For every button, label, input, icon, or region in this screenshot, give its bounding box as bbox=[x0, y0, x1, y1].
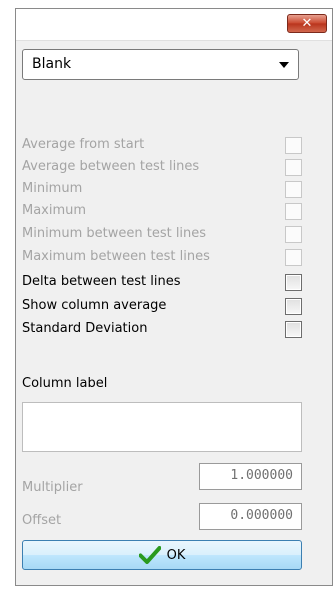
multiplier-input[interactable]: 1.000000 bbox=[199, 463, 302, 490]
option-minimum-between-test-lines[interactable]: Minimum between test lines bbox=[22, 225, 302, 247]
mode-dropdown[interactable]: Blank bbox=[22, 49, 299, 80]
option-label: Minimum bbox=[22, 181, 83, 196]
option-checkbox[interactable] bbox=[285, 181, 302, 198]
option-checkbox[interactable] bbox=[285, 321, 302, 338]
option-checkbox[interactable] bbox=[285, 274, 302, 291]
option-label: Standard Deviation bbox=[22, 321, 148, 336]
option-label: Average between test lines bbox=[22, 159, 200, 174]
title-bar: ✕ bbox=[16, 9, 332, 41]
column-label-heading: Column label bbox=[22, 376, 108, 391]
option-checkbox[interactable] bbox=[285, 203, 302, 220]
option-checkbox[interactable] bbox=[285, 298, 302, 315]
chevron-down-icon bbox=[279, 62, 289, 68]
option-average-between-test-lines[interactable]: Average between test lines bbox=[22, 158, 302, 180]
option-average-from-start[interactable]: Average from start bbox=[22, 136, 302, 158]
close-icon: ✕ bbox=[301, 16, 313, 31]
option-label: Minimum between test lines bbox=[22, 226, 207, 241]
ok-button[interactable]: OK bbox=[22, 540, 302, 570]
option-maximum[interactable]: Maximum bbox=[22, 202, 302, 224]
close-button[interactable]: ✕ bbox=[287, 14, 327, 33]
option-maximum-between-test-lines[interactable]: Maximum between test lines bbox=[22, 248, 302, 270]
checkmark-icon bbox=[138, 546, 161, 564]
multiplier-label: Multiplier bbox=[22, 480, 83, 495]
option-checkbox[interactable] bbox=[285, 226, 302, 243]
option-label: Show column average bbox=[22, 298, 167, 313]
option-label: Maximum between test lines bbox=[22, 249, 210, 264]
option-label: Maximum bbox=[22, 203, 87, 218]
offset-input[interactable]: 0.000000 bbox=[199, 503, 302, 530]
option-minimum[interactable]: Minimum bbox=[22, 180, 302, 202]
mode-dropdown-value: Blank bbox=[32, 56, 72, 72]
offset-label: Offset bbox=[22, 513, 62, 528]
option-delta-between-test-lines[interactable]: Delta between test lines bbox=[22, 273, 302, 295]
option-checkbox[interactable] bbox=[285, 137, 302, 154]
option-checkbox[interactable] bbox=[285, 159, 302, 176]
option-label: Average from start bbox=[22, 137, 145, 152]
ok-button-label: OK bbox=[166, 547, 186, 563]
option-checkbox[interactable] bbox=[285, 249, 302, 266]
option-label: Delta between test lines bbox=[22, 274, 181, 289]
column-label-input[interactable] bbox=[22, 402, 302, 452]
option-show-column-average[interactable]: Show column average bbox=[22, 297, 302, 319]
option-standard-deviation[interactable]: Standard Deviation bbox=[22, 320, 302, 342]
